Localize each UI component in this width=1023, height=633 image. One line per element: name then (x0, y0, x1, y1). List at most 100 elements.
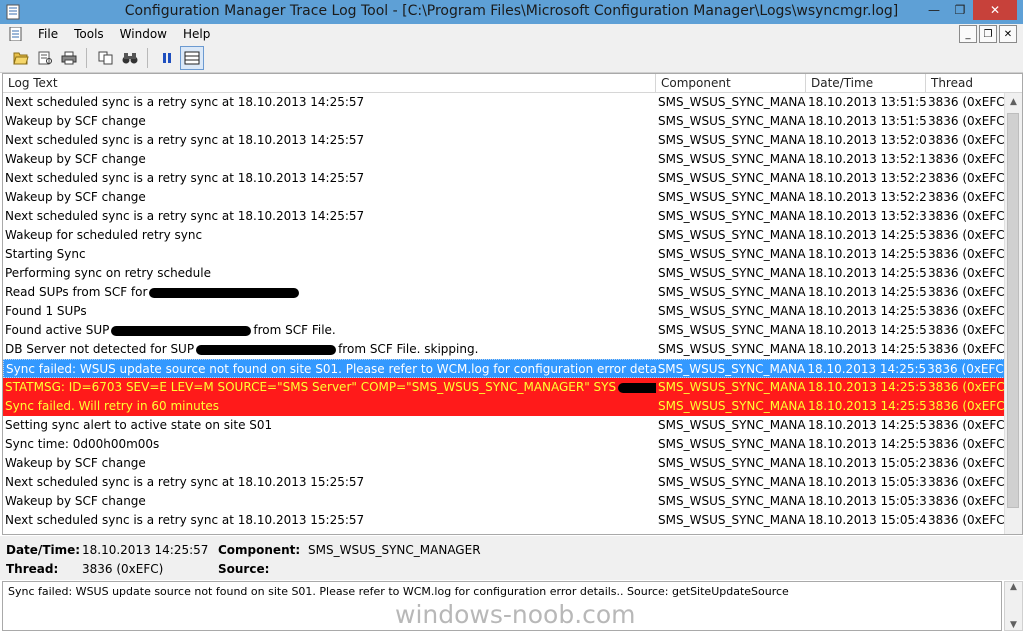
menu-window[interactable]: Window (112, 27, 175, 41)
preview-pane-toggle-button[interactable] (180, 46, 204, 70)
table-row[interactable]: Next scheduled sync is a retry sync at 1… (3, 207, 1005, 226)
scroll-up-icon[interactable]: ▲ (1010, 582, 1017, 592)
log-text: Wakeup by SCF change (5, 190, 146, 204)
redaction-mark (196, 344, 337, 355)
cell-component: SMS_WSUS_SYNC_MANAG (658, 171, 806, 185)
cell-component: SMS_WSUS_SYNC_MANAG (658, 380, 806, 394)
mdi-close-button[interactable]: ✕ (999, 25, 1017, 43)
table-row[interactable]: Sync failed. Will retry in 60 minutes SMS… (3, 397, 1005, 416)
column-header-thread[interactable]: Thread (926, 74, 1022, 92)
document-icon[interactable] (8, 27, 24, 41)
cell-datetime: 18.10.2013 13:52:24 (808, 171, 926, 185)
detail-component-value: SMS_WSUS_SYNC_MANAGER (308, 543, 481, 557)
cell-log-text: Next scheduled sync is a retry sync at 1… (3, 207, 656, 226)
find-button[interactable] (119, 47, 141, 69)
print-preview-icon (38, 51, 52, 65)
table-row[interactable]: Read SUPs from SCF for SMS_WSUS_SYNC_MANA… (3, 283, 1005, 302)
redaction-mark (618, 382, 656, 393)
log-text: Sync failed: WSUS update source not foun… (6, 362, 656, 376)
log-text: Wakeup by SCF change (5, 494, 146, 508)
log-text-suffix: from SCF File. (253, 323, 336, 337)
watermark: windows-noob.com (395, 600, 636, 629)
cell-datetime: 18.10.2013 14:25:57 (807, 362, 926, 376)
log-text: Next scheduled sync is a retry sync at 1… (5, 475, 365, 489)
cell-log-text: Wakeup by SCF change (3, 112, 656, 131)
table-row[interactable]: Wakeup by SCF change SMS_WSUS_SYNC_MANAG 1… (3, 150, 1005, 169)
cell-log-text: Next scheduled sync is a retry sync at 1… (3, 511, 656, 530)
vertical-scrollbar[interactable]: ▲ (1004, 93, 1022, 534)
table-row[interactable]: DB Server not detected for SUP from SCF F… (3, 340, 1005, 359)
toolbar-separator (147, 48, 148, 68)
cell-component: SMS_WSUS_SYNC_MANAG (657, 362, 806, 376)
column-header-datetime[interactable]: Date/Time (806, 74, 926, 92)
column-header-component[interactable]: Component (656, 74, 806, 92)
menu-tools[interactable]: Tools (66, 27, 112, 41)
table-row[interactable]: Next scheduled sync is a retry sync at 1… (3, 93, 1005, 112)
binoculars-icon (122, 53, 138, 64)
cell-datetime: 18.10.2013 15:05:46 (808, 513, 926, 527)
scroll-up-icon[interactable]: ▲ (1005, 93, 1022, 110)
cell-datetime: 18.10.2013 15:05:34 (808, 475, 926, 489)
menu-file[interactable]: File (30, 27, 66, 41)
cell-thread: 3836 (0xEFC) (928, 266, 1005, 280)
table-row[interactable]: Setting sync alert to active state on si… (3, 416, 1005, 435)
cell-datetime: 18.10.2013 14:25:57 (808, 285, 926, 299)
cell-datetime: 18.10.2013 15:05:29 (808, 456, 926, 470)
table-row[interactable]: Sync time: 0d00h00m00s SMS_WSUS_SYNC_MANA… (3, 435, 1005, 454)
minimize-button[interactable]: — (921, 0, 947, 20)
print-button[interactable] (58, 47, 80, 69)
menu-help[interactable]: Help (175, 27, 218, 41)
cell-thread: 3836 (0xEFC) (928, 209, 1005, 223)
cell-datetime: 18.10.2013 13:51:53 (808, 95, 926, 109)
log-text-suffix: from SCF File. skipping. (338, 342, 479, 356)
log-text: Read SUPs from SCF for (5, 285, 148, 299)
cell-datetime: 18.10.2013 13:51:58 (808, 114, 926, 128)
cell-log-text: Performing sync on retry schedule (3, 264, 656, 283)
mdi-restore-button[interactable]: ❐ (979, 25, 997, 43)
cell-thread: 3836 (0xEFC) (928, 380, 1005, 394)
mdi-minimize-button[interactable]: _ (959, 25, 977, 43)
table-row[interactable]: Starting Sync SMS_WSUS_SYNC_MANAG 18.10.20… (3, 245, 1005, 264)
detail-thread-label: Thread: (6, 562, 59, 576)
table-row[interactable]: Wakeup by SCF change SMS_WSUS_SYNC_MANAG 1… (3, 188, 1005, 207)
open-button[interactable] (10, 47, 32, 69)
table-row[interactable]: Next scheduled sync is a retry sync at 1… (3, 131, 1005, 150)
log-text: Next scheduled sync is a retry sync at 1… (5, 513, 365, 527)
redaction-mark (111, 325, 252, 336)
pause-button[interactable] (156, 47, 178, 69)
table-row[interactable]: STATMSG: ID=6703 SEV=E LEV=M SOURCE="SMS… (3, 378, 1005, 397)
cell-datetime: 18.10.2013 14:25:57 (808, 247, 926, 261)
cell-log-text: Wakeup by SCF change (3, 492, 656, 511)
table-row[interactable]: Next scheduled sync is a retry sync at 1… (3, 169, 1005, 188)
cell-log-text: Next scheduled sync is a retry sync at 1… (3, 131, 656, 150)
cell-log-text: Found active SUP from SCF File. (3, 321, 656, 340)
column-header-log-text[interactable]: Log Text (3, 74, 656, 92)
close-button[interactable]: ✕ (973, 0, 1017, 20)
cell-log-text: STATMSG: ID=6703 SEV=E LEV=M SOURCE="SMS… (3, 378, 656, 397)
restore-button[interactable]: ❐ (947, 0, 973, 20)
table-row[interactable]: Sync failed: WSUS update source not foun… (3, 359, 1005, 378)
cell-component: SMS_WSUS_SYNC_MANAG (658, 209, 806, 223)
scroll-thumb[interactable] (1007, 113, 1019, 508)
table-row[interactable]: Wakeup by SCF change SMS_WSUS_SYNC_MANAG 1… (3, 454, 1005, 473)
table-row[interactable]: Wakeup for scheduled retry sync SMS_WSUS_… (3, 226, 1005, 245)
table-row[interactable]: Wakeup by SCF change SMS_WSUS_SYNC_MANAG 1… (3, 112, 1005, 131)
log-text: Wakeup for scheduled retry sync (5, 228, 203, 242)
cell-thread: 3836 (0xEFC) (928, 456, 1005, 470)
scroll-down-icon[interactable]: ▼ (1010, 620, 1017, 630)
cell-log-text: Wakeup by SCF change (3, 150, 656, 169)
window-controls: — ❐ ✕ (921, 0, 1017, 20)
cell-log-text: Wakeup by SCF change (3, 188, 656, 207)
table-row[interactable]: Next scheduled sync is a retry sync at 1… (3, 473, 1005, 492)
table-row[interactable]: Wakeup by SCF change SMS_WSUS_SYNC_MANAG 1… (3, 492, 1005, 511)
copy-button[interactable] (95, 47, 117, 69)
table-row[interactable]: Found 1 SUPs SMS_WSUS_SYNC_MANAG 18.10.201… (3, 302, 1005, 321)
table-row[interactable]: Found active SUP from SCF File. SMS_WSUS_S… (3, 321, 1005, 340)
table-row[interactable]: Next scheduled sync is a retry sync at 1… (3, 511, 1005, 530)
details-pane: Date/Time: 18.10.2013 14:25:57 Component… (0, 536, 1023, 580)
print-preview-button[interactable] (34, 47, 56, 69)
log-rows: Next scheduled sync is a retry sync at 1… (3, 93, 1005, 530)
message-scrollbar[interactable]: ▲ ▼ (1004, 581, 1023, 631)
table-row[interactable]: Performing sync on retry schedule SMS_WSU… (3, 264, 1005, 283)
cell-component: SMS_WSUS_SYNC_MANAG (658, 190, 806, 204)
